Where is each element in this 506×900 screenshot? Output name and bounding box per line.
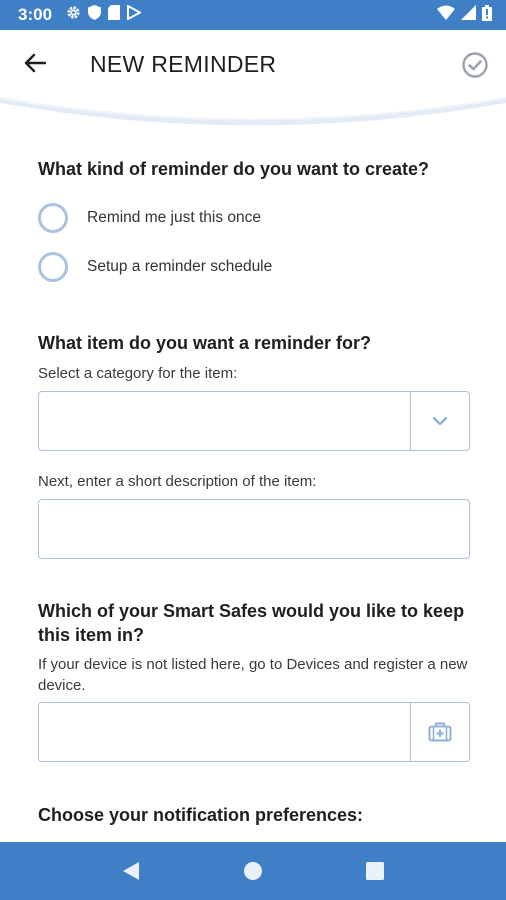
device-picker-button[interactable] <box>410 703 469 761</box>
kind-question: What kind of reminder do you want to cre… <box>38 159 430 179</box>
safe-question: Which of your Smart Safes would you like… <box>38 601 465 645</box>
category-input[interactable] <box>39 392 410 450</box>
radio-schedule[interactable]: Setup a reminder schedule <box>38 252 272 282</box>
arrow-left-icon <box>24 53 46 73</box>
nav-home-button[interactable] <box>233 851 273 891</box>
recents-square-icon <box>366 862 384 880</box>
status-left-icons <box>66 4 143 25</box>
back-button[interactable] <box>20 48 50 78</box>
app-bar: NEW REMINDER <box>0 30 506 130</box>
page-title: NEW REMINDER <box>90 51 277 77</box>
battery-icon <box>482 4 492 26</box>
save-button[interactable] <box>460 50 490 80</box>
header-curve <box>0 97 506 126</box>
description-input[interactable] <box>39 500 469 558</box>
system-nav-bar <box>0 842 506 900</box>
status-bar: 3:00 <box>0 0 506 30</box>
chevron-down-icon <box>432 416 448 426</box>
sd-card-icon <box>108 5 121 25</box>
radio-once-circle[interactable] <box>38 203 68 233</box>
gear-icon <box>66 5 81 25</box>
device-select[interactable] <box>38 702 470 762</box>
home-circle-icon <box>244 862 262 880</box>
status-time: 3:00 <box>18 5 53 24</box>
nav-back-button[interactable] <box>111 851 151 891</box>
radio-schedule-circle[interactable] <box>38 252 68 282</box>
category-dropdown-button[interactable] <box>410 392 469 450</box>
category-helper: Select a category for the item: <box>38 365 238 382</box>
description-field[interactable] <box>38 499 470 559</box>
safe-helper: If your device is not listed here, go to… <box>38 656 468 694</box>
nav-recents-button[interactable] <box>355 851 395 891</box>
item-question: What item do you want a reminder for? <box>38 333 372 353</box>
status-right-icons <box>437 4 492 26</box>
device-input[interactable] <box>39 703 410 761</box>
back-triangle-icon <box>123 862 139 880</box>
radio-schedule-label: Setup a reminder schedule <box>87 258 273 275</box>
shield-icon <box>88 5 102 25</box>
description-helper: Next, enter a short description of the i… <box>38 473 317 490</box>
play-store-icon <box>127 4 143 25</box>
safe-icon <box>428 722 452 742</box>
check-circle-icon <box>462 52 488 78</box>
wifi-icon <box>437 5 455 25</box>
category-select[interactable] <box>38 391 470 451</box>
signal-icon <box>461 5 476 25</box>
radio-once[interactable]: Remind me just this once <box>38 203 261 233</box>
notification-question: Choose your notification preferences: <box>38 805 364 825</box>
radio-once-label: Remind me just this once <box>87 209 262 226</box>
